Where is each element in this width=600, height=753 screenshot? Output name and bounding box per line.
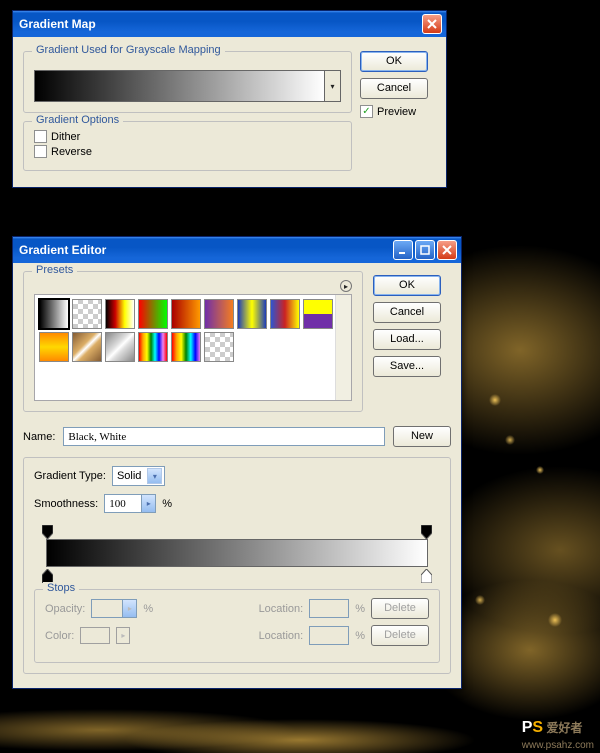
grayscale-mapping-group: Gradient Used for Grayscale Mapping ▾ [23,51,352,113]
reverse-checkbox[interactable]: Reverse [34,145,341,158]
name-label: Name: [23,431,55,443]
gradient-editor-titlebar[interactable]: Gradient Editor [13,237,461,263]
smoothness-input[interactable]: ▸ [104,494,156,513]
chevron-right-icon: ▸ [142,494,156,513]
name-input[interactable] [63,427,385,446]
close-icon[interactable] [437,240,457,260]
gradient-type-label: Gradient Type: [34,470,106,482]
dither-label: Dither [51,131,80,143]
gradient-editor-dialog: Gradient Editor Presets ▸ [12,236,462,689]
opacity-stop-left[interactable] [42,525,53,539]
presets-list [34,294,352,401]
delete-opacity-stop-button: Delete [371,598,429,619]
presets-legend: Presets [32,264,77,276]
location-label: Location: [259,630,304,642]
preset-swatch[interactable] [72,299,102,329]
cancel-button[interactable]: Cancel [373,302,441,323]
delete-color-stop-button: Delete [371,625,429,646]
watermark: PS 爱好者 www.psahz.com [522,719,594,751]
save-button[interactable]: Save... [373,356,441,377]
checkbox-icon [34,145,47,158]
load-button[interactable]: Load... [373,329,441,350]
stops-group: Stops Opacity: ▸ % Location: % Delete Co… [34,589,440,663]
reverse-label: Reverse [51,146,92,158]
gradient-options-group: Gradient Options Dither Reverse [23,121,352,171]
ok-button[interactable]: OK [373,275,441,296]
chevron-right-icon: ▸ [116,627,130,644]
dither-checkbox[interactable]: Dither [34,130,341,143]
gradient-settings-group: Gradient Type: Solid ▾ Smoothness: ▸ % [23,457,451,674]
preset-swatch[interactable] [204,299,234,329]
gradient-map-dialog: Gradient Map Gradient Used for Grayscale… [12,10,447,188]
preset-swatch[interactable] [204,332,234,362]
scrollbar[interactable] [335,295,351,400]
preset-swatch[interactable] [270,299,300,329]
preset-swatch[interactable] [138,299,168,329]
gradient-editor-title: Gradient Editor [19,243,391,257]
gradient-dropdown-button[interactable]: ▾ [325,70,341,102]
checkbox-icon [34,130,47,143]
preset-swatch[interactable] [105,332,135,362]
gradient-options-legend: Gradient Options [32,114,123,126]
preset-swatch[interactable] [72,332,102,362]
gradient-map-titlebar[interactable]: Gradient Map [13,11,446,37]
preset-swatch[interactable] [171,332,201,362]
location-input [309,599,349,618]
chevron-down-icon: ▾ [147,468,162,484]
preset-swatch[interactable] [39,299,69,329]
ok-button[interactable]: OK [360,51,428,72]
gradient-editor-bar[interactable] [46,539,428,567]
color-stop-left[interactable] [42,569,53,583]
preset-swatch[interactable] [237,299,267,329]
color-stop-right[interactable] [421,569,432,583]
cancel-button[interactable]: Cancel [360,78,428,99]
preset-swatch[interactable] [138,332,168,362]
gradient-preview[interactable] [34,70,325,102]
gradient-type-value: Solid [117,470,141,482]
presets-flyout-icon[interactable]: ▸ [340,280,352,292]
grayscale-mapping-legend: Gradient Used for Grayscale Mapping [32,44,225,56]
location-label: Location: [259,603,304,615]
location-input [309,626,349,645]
chevron-right-icon: ▸ [123,599,137,618]
preset-swatch[interactable] [105,299,135,329]
gradient-type-select[interactable]: Solid ▾ [112,466,165,486]
preview-checkbox[interactable]: ✓ Preview [360,105,438,118]
color-swatch [80,627,110,644]
close-icon[interactable] [422,14,442,34]
new-button[interactable]: New [393,426,451,447]
minimize-icon[interactable] [393,240,413,260]
preset-swatch[interactable] [39,332,69,362]
opacity-stop-right[interactable] [421,525,432,539]
stops-legend: Stops [43,582,79,594]
opacity-label: Opacity: [45,603,85,615]
presets-group: Presets ▸ [23,271,363,412]
gradient-map-title: Gradient Map [19,17,420,31]
percent-label: % [162,498,172,510]
opacity-input: ▸ [91,599,137,618]
preset-swatch[interactable] [171,299,201,329]
smoothness-label: Smoothness: [34,498,98,510]
maximize-icon[interactable] [415,240,435,260]
preset-swatch[interactable] [303,299,333,329]
preview-label: Preview [377,106,416,118]
checkbox-checked-icon: ✓ [360,105,373,118]
color-label: Color: [45,630,74,642]
